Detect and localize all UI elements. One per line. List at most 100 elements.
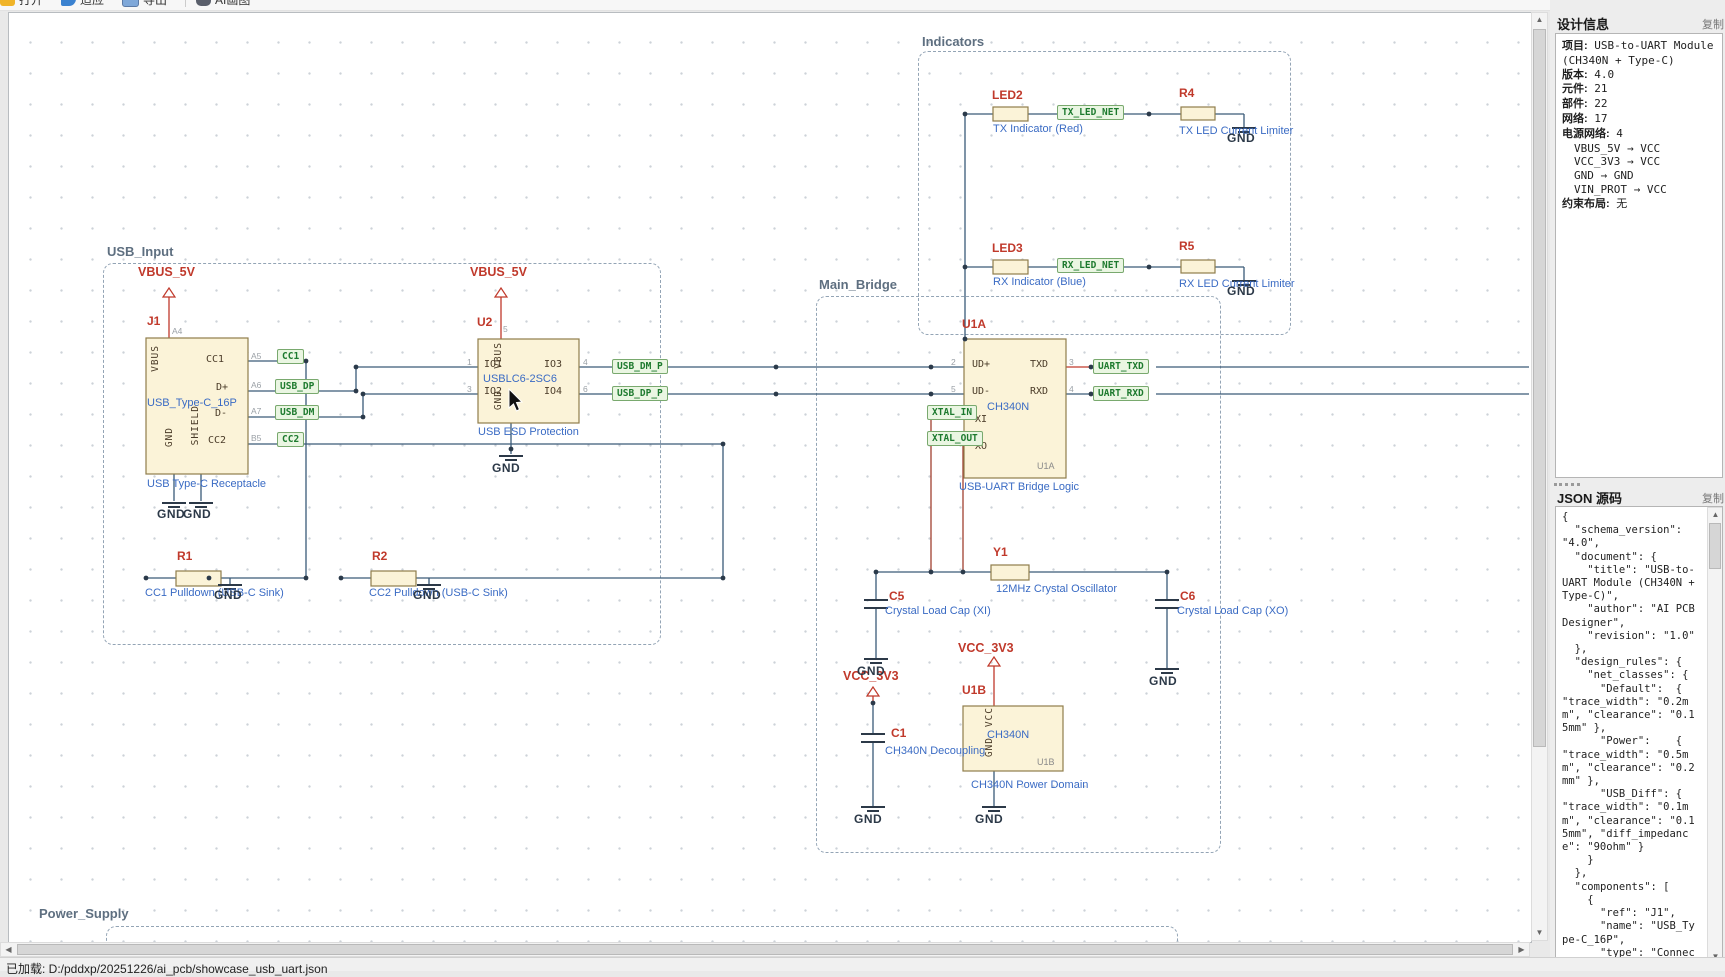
fit-icon xyxy=(61,0,77,6)
scroll-up-icon[interactable]: ▲ xyxy=(1532,13,1547,27)
gnd-label-r2: GND xyxy=(413,588,442,602)
vscroll-thumb[interactable] xyxy=(1533,29,1546,747)
c6-ref[interactable]: C6 xyxy=(1180,589,1195,603)
r2-ref[interactable]: R2 xyxy=(372,549,387,563)
j1-pinnum-a6: A6 xyxy=(251,380,262,390)
json-scroll-thumb[interactable] xyxy=(1709,523,1721,569)
j1-pinnum-a4: A4 xyxy=(172,326,183,336)
toolbar-separator xyxy=(185,0,187,7)
status-loaded-path: 已加载: D:/pddxp/20251226/ai_pcb/showcase_u… xyxy=(6,962,328,976)
canvas-vscrollbar[interactable]: ▲ ▼ xyxy=(1531,12,1548,941)
net-label-cc2[interactable]: CC2 xyxy=(277,432,305,447)
u2-pinnum-4: 4 xyxy=(583,357,588,367)
power-net-row: VCC_3V3 → VCC xyxy=(1574,155,1661,169)
info-row: 约束布局: 无 xyxy=(1562,196,1628,210)
net-label-uart-rxd[interactable]: UART_RXD xyxy=(1093,386,1149,401)
c5-ref[interactable]: C5 xyxy=(889,589,904,603)
net-label-xtal-in[interactable]: XTAL_IN xyxy=(927,405,978,420)
led2-desc: TX Indicator (Red) xyxy=(993,123,1083,135)
u2-pin-io2: IO2 xyxy=(484,386,503,397)
panel-splitter[interactable] xyxy=(1554,483,1580,486)
u1b-ref[interactable]: U1B xyxy=(962,683,986,697)
u1a-pinnum-4: 4 xyxy=(1069,384,1074,394)
u2-pin-io3: IO3 xyxy=(544,359,563,370)
json-source-copy-button[interactable]: 复制 xyxy=(1702,490,1724,506)
j1-pin-vbus: VBUS xyxy=(150,345,161,372)
info-row: 项目: USB-to-UART Module (CH340N + Type-C) xyxy=(1562,39,1714,67)
u2-value: USBLC6-2SC6 xyxy=(483,373,557,385)
gnd-label-c1: GND xyxy=(854,812,883,826)
net-label-uart-txd[interactable]: UART_TXD xyxy=(1093,359,1149,374)
gnd-label-r5: GND xyxy=(1227,284,1256,298)
led2-ref[interactable]: LED2 xyxy=(992,88,1023,102)
folder-icon xyxy=(0,0,15,6)
net-label-xtal-out[interactable]: XTAL_OUT xyxy=(927,431,983,446)
r4-ref[interactable]: R4 xyxy=(1179,86,1194,100)
power-net-row: VBUS_5V → VCC xyxy=(1574,141,1661,155)
net-label-cc1[interactable]: CC1 xyxy=(277,349,305,364)
ai-draw-button[interactable]: AI画图 xyxy=(196,0,250,8)
gnd-label-j1-b: GND xyxy=(183,507,212,521)
j1-pin-dm: D- xyxy=(215,408,228,419)
r5-ref[interactable]: R5 xyxy=(1179,239,1194,253)
net-label-usb-dp[interactable]: USB_DP xyxy=(275,379,320,394)
json-source-title: JSON 源码 xyxy=(1557,491,1623,506)
j1-ref[interactable]: J1 xyxy=(147,314,160,328)
info-row: 版本: 4.0 xyxy=(1562,67,1615,81)
u1b-tag: U1B xyxy=(1037,757,1055,767)
net-label-rx-led-net[interactable]: RX_LED_NET xyxy=(1057,258,1125,273)
u1a-pin-rxd: RXD xyxy=(1030,386,1049,397)
export-button[interactable]: 导出 xyxy=(122,0,167,8)
canvas-hscrollbar[interactable]: ◀ ▶ xyxy=(0,942,1530,957)
u2-pinnum-1: 1 xyxy=(467,357,472,367)
json-source-code[interactable]: { "schema_version": "4.0", "document": {… xyxy=(1556,507,1722,964)
power-net-row: VIN_PROT → VCC xyxy=(1574,182,1667,196)
u1a-tag: U1A xyxy=(1037,461,1055,471)
gnd-label-r1: GND xyxy=(214,588,243,602)
json-scrollbar[interactable]: ▲ ▼ xyxy=(1707,507,1722,964)
schematic-sheet: USB_Input Main_Bridge Indicators Power_S… xyxy=(9,13,1531,942)
u1a-ref[interactable]: U1A xyxy=(962,317,986,331)
u2-pinnum-6: 6 xyxy=(583,384,588,394)
gnd-label-u1b: GND xyxy=(975,812,1004,826)
scroll-left-icon[interactable]: ◀ xyxy=(1,943,16,957)
design-info-copy-button[interactable]: 复制 xyxy=(1702,16,1724,32)
scroll-down-icon[interactable]: ▼ xyxy=(1532,926,1547,940)
u2-pinnum-3: 3 xyxy=(467,384,472,394)
c1-ref[interactable]: C1 xyxy=(891,726,906,740)
u2-desc: USB ESD Protection xyxy=(478,426,579,438)
scroll-right-icon[interactable]: ▶ xyxy=(1514,943,1529,957)
u1a-value: CH340N xyxy=(987,401,1030,413)
j1-pinnum-b5: B5 xyxy=(251,433,262,443)
c1-desc: CH340N Decoupling xyxy=(885,745,986,757)
open-button[interactable]: 打开 xyxy=(0,0,43,8)
led3-desc: RX Indicator (Blue) xyxy=(993,276,1086,288)
json-scroll-up-icon[interactable]: ▲ xyxy=(1708,508,1722,522)
info-row: 元件: 21 xyxy=(1562,82,1608,96)
net-label-usb-dp-p[interactable]: USB_DP_P xyxy=(612,386,668,401)
u1a-pin-udm: UD- xyxy=(972,386,991,397)
r1-ref[interactable]: R1 xyxy=(177,549,192,563)
power-net-row: GND → GND xyxy=(1574,169,1634,183)
design-info-title: 设计信息 xyxy=(1557,17,1610,32)
u1b-pin-vcc: VCC xyxy=(984,707,995,728)
j1-pin-cc1: CC1 xyxy=(206,354,225,365)
c5-desc: Crystal Load Cap (XI) xyxy=(885,605,991,617)
j1-pin-shield: SHIELD xyxy=(190,405,201,446)
c6-desc: Crystal Load Cap (XO) xyxy=(1177,605,1289,617)
led3-ref[interactable]: LED3 xyxy=(992,241,1023,255)
j1-pin-dp: D+ xyxy=(216,382,229,393)
u2-ref[interactable]: U2 xyxy=(477,315,492,329)
net-label-usb-dm-p[interactable]: USB_DM_P xyxy=(612,359,668,374)
schematic-canvas[interactable]: USB_Input Main_Bridge Indicators Power_S… xyxy=(8,12,1532,943)
net-label-tx-led-net[interactable]: TX_LED_NET xyxy=(1057,105,1125,120)
power-label-vbus-u2: VBUS_5V xyxy=(470,265,527,279)
section-label-power-supply: Power_Supply xyxy=(39,906,129,921)
y1-ref[interactable]: Y1 xyxy=(993,545,1008,559)
hscroll-thumb[interactable] xyxy=(17,944,1513,955)
net-label-usb-dm[interactable]: USB_DM xyxy=(275,405,320,420)
u1a-desc: USB-UART Bridge Logic xyxy=(959,481,1080,493)
section-box-main-bridge xyxy=(816,296,1221,853)
open-button-label: 打开 xyxy=(19,0,43,8)
fit-view-button[interactable]: 适应 xyxy=(61,0,104,8)
